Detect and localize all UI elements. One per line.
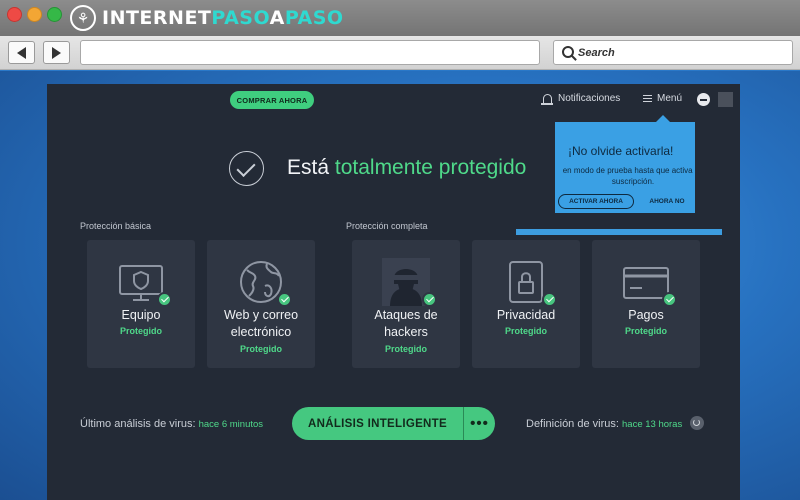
popup-body: en modo de prueba hasta que activa su su… (562, 166, 695, 186)
card-check-icon (277, 292, 292, 307)
card-title: Web y correo electrónico (223, 308, 299, 339)
last-scan-value: hace 6 minutos (198, 419, 264, 430)
minimize-app-button[interactable] (697, 93, 710, 106)
card-status: Protegido (505, 326, 547, 336)
hamburger-icon (643, 95, 652, 102)
minimize-window-button[interactable] (27, 7, 42, 22)
logo-part-paso: PASO (211, 7, 270, 29)
section-full-protection: Protección completa (346, 221, 428, 231)
browser-toolbar (0, 36, 800, 70)
card-check-icon (157, 292, 172, 307)
last-scan-info: Último análisis de virus: hace 6 minutos (80, 418, 263, 430)
back-arrow-icon (17, 46, 26, 59)
card-pagos[interactable]: Pagos Protegido (592, 240, 700, 368)
card-status: Protegido (120, 326, 162, 336)
card-title: Pagos (628, 308, 664, 322)
smart-scan-button[interactable]: ANÁLISIS INTELIGENTE (292, 407, 463, 440)
address-bar[interactable] (80, 40, 540, 65)
status-highlight: totalmente protegido (334, 156, 527, 179)
card-web-correo[interactable]: Web y correo electrónico Protegido (207, 240, 315, 368)
popup-backdrop (516, 229, 722, 235)
card-title: Privacidad (496, 308, 556, 322)
activation-popup: ¡No olvide activarla! en modo de prueba … (555, 122, 695, 213)
refresh-icon[interactable] (690, 416, 704, 430)
section-basic-protection: Protección básica (80, 221, 152, 231)
notifications-label: Notificaciones (558, 93, 621, 104)
menu-label: Menú (657, 93, 683, 104)
logo-part-internet: INTERNET (102, 7, 212, 29)
status-prefix: Está (287, 156, 330, 179)
logo-part-paso-2: PASO (284, 7, 344, 29)
card-equipo[interactable]: Equipo Protegido (87, 240, 195, 368)
site-logo: ⚘ INTERNETPASOAPASO (70, 5, 344, 31)
menu-button[interactable]: Menú (643, 93, 682, 104)
protected-check-icon (229, 151, 264, 186)
maximize-window-button[interactable] (47, 7, 62, 22)
forward-arrow-icon (52, 46, 61, 59)
card-check-icon (662, 292, 677, 307)
bell-icon (541, 93, 553, 105)
popup-pointer (656, 115, 670, 122)
virus-definitions-info: Definición de virus: hace 13 horas (526, 418, 682, 430)
protection-status: Está totalmente protegido (287, 156, 526, 180)
definitions-label: Definición de virus: (526, 418, 619, 430)
scan-options-button[interactable]: ••• (463, 407, 495, 440)
card-status: Protegido (385, 344, 427, 354)
activate-now-button[interactable]: ACTIVAR AHORA (558, 194, 634, 209)
card-check-icon (542, 292, 557, 307)
search-input[interactable] (578, 41, 778, 64)
definitions-value: hace 13 horas (622, 419, 683, 430)
card-check-icon (422, 292, 437, 307)
search-icon (562, 46, 574, 58)
card-privacidad[interactable]: Privacidad Protegido (472, 240, 580, 368)
close-window-button[interactable] (7, 7, 22, 22)
search-box[interactable] (553, 40, 793, 65)
site-logo-text: INTERNETPASOAPASO (102, 7, 344, 29)
antivirus-window: COMPRAR AHORA Notificaciones Menú Está t… (47, 84, 740, 500)
card-title: Equipo (121, 308, 161, 322)
logo-part-a: A (269, 7, 285, 29)
forward-button[interactable] (43, 41, 70, 64)
last-scan-label: Último análisis de virus: (80, 418, 196, 430)
back-button[interactable] (8, 41, 35, 64)
card-ataques-hackers[interactable]: Ataques de hackers Protegido (352, 240, 460, 368)
window-control-button[interactable] (718, 92, 733, 107)
buy-now-button[interactable]: COMPRAR AHORA (230, 91, 314, 109)
notifications-button[interactable]: Notificaciones (541, 93, 621, 105)
browser-titlebar: ⚘ INTERNETPASOAPASO (0, 0, 800, 36)
card-status: Protegido (625, 326, 667, 336)
card-title: Ataques de hackers (374, 308, 438, 339)
card-status: Protegido (240, 344, 282, 354)
popup-title: ¡No olvide activarla! (568, 144, 674, 158)
logo-icon: ⚘ (70, 5, 96, 31)
not-now-button[interactable]: AHORA NO (647, 194, 687, 209)
